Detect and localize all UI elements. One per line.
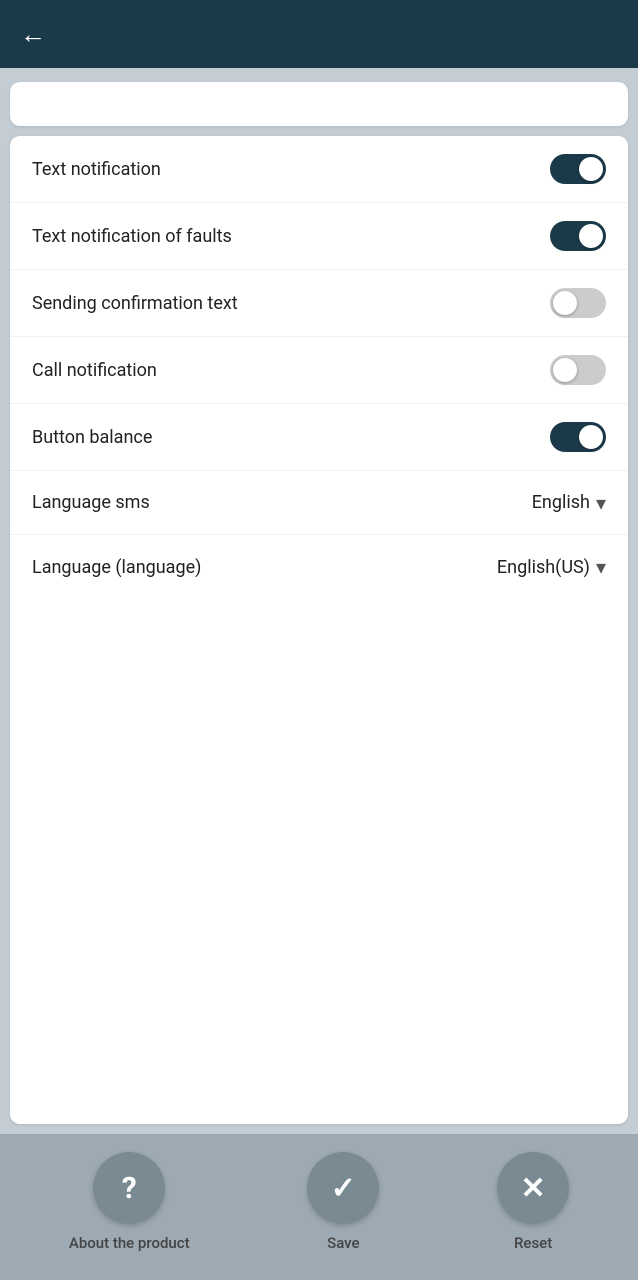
bottom-btn-label-about: About the product [69, 1234, 190, 1252]
dropdown-language-language[interactable]: English(US) ▾ [497, 555, 606, 579]
dropdown-arrow-icon-language-sms: ▾ [596, 491, 606, 515]
dropdown-arrow-icon-language-language: ▾ [596, 555, 606, 579]
toggle-text-notification[interactable] [550, 154, 606, 184]
toggle-thumb-button-balance [579, 425, 603, 449]
setting-row-language-language: Language (language) English(US) ▾ [10, 535, 628, 599]
toggle-text-notification-faults[interactable] [550, 221, 606, 251]
setting-label-call-notification: Call notification [32, 360, 157, 381]
setting-row-sending-confirmation-text: Sending confirmation text [10, 270, 628, 337]
bottom-btn-icon-save: ✓ [307, 1152, 379, 1224]
setting-label-language-sms: Language sms [32, 492, 150, 513]
setting-row-text-notification: Text notification [10, 136, 628, 203]
toggle-button-balance[interactable] [550, 422, 606, 452]
dropdown-value-language-sms: English [532, 492, 590, 513]
setting-row-call-notification: Call notification [10, 337, 628, 404]
setting-row-language-sms: Language sms English ▾ [10, 471, 628, 535]
bottom-btn-save[interactable]: ✓ Save [307, 1152, 379, 1252]
toggle-sending-confirmation-text[interactable] [550, 288, 606, 318]
toggle-thumb-call-notification [553, 358, 577, 382]
bottom-btn-about[interactable]: ? About the product [69, 1152, 190, 1252]
settings-card: Text notification Text notification of fa… [10, 136, 628, 1124]
toggle-call-notification[interactable] [550, 355, 606, 385]
toggle-thumb-sending-confirmation-text [553, 291, 577, 315]
bottom-bar: ? About the product ✓ Save ✕ Reset [0, 1134, 638, 1280]
setting-row-button-balance: Button balance [10, 404, 628, 471]
setting-label-language-language: Language (language) [32, 557, 201, 578]
setting-label-sending-confirmation-text: Sending confirmation text [32, 293, 238, 314]
bottom-btn-icon-about: ? [93, 1152, 165, 1224]
toggle-thumb-text-notification [579, 157, 603, 181]
setting-label-button-balance: Button balance [32, 427, 152, 448]
toggle-thumb-text-notification-faults [579, 224, 603, 248]
product-card [10, 82, 628, 126]
setting-row-text-notification-faults: Text notification of faults [10, 203, 628, 270]
dropdown-language-sms[interactable]: English ▾ [532, 491, 606, 515]
app-header: ← [0, 0, 638, 68]
main-content: Text notification Text notification of fa… [0, 68, 638, 1134]
bottom-btn-reset[interactable]: ✕ Reset [497, 1152, 569, 1252]
bottom-btn-label-reset: Reset [514, 1234, 552, 1252]
back-button[interactable]: ← [20, 19, 46, 50]
bottom-btn-icon-reset: ✕ [497, 1152, 569, 1224]
setting-label-text-notification-faults: Text notification of faults [32, 226, 232, 247]
dropdown-value-language-language: English(US) [497, 557, 590, 578]
setting-label-text-notification: Text notification [32, 159, 161, 180]
bottom-btn-label-save: Save [327, 1234, 359, 1252]
